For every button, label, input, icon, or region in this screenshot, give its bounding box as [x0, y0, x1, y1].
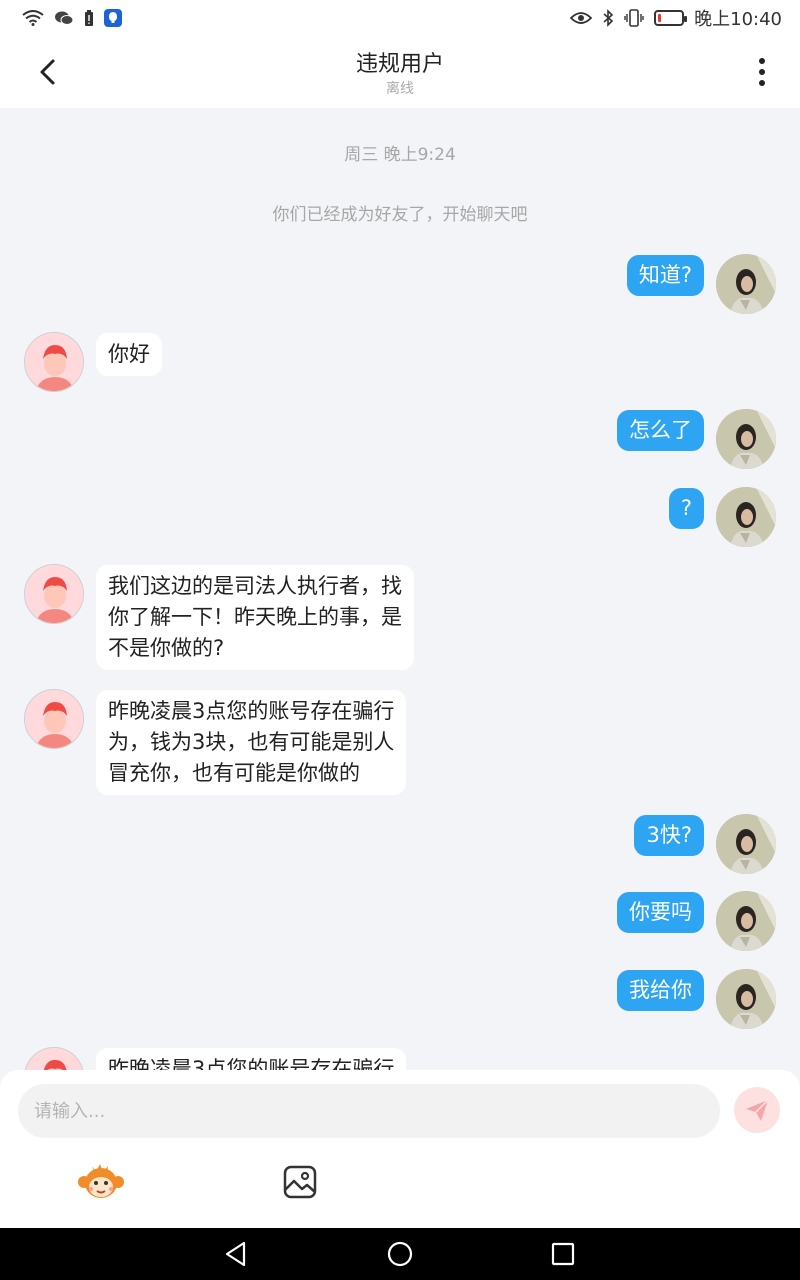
- system-notice: 你们已经成为好友了，开始聊天吧: [272, 205, 528, 225]
- my-avatar[interactable]: [716, 969, 776, 1029]
- my-message-bubble[interactable]: ?: [668, 488, 704, 529]
- nav-back-button[interactable]: [220, 1238, 252, 1270]
- nav-home-button[interactable]: [384, 1238, 416, 1270]
- wifi-icon: [22, 10, 44, 26]
- my-message-bubble[interactable]: 怎么了: [617, 410, 704, 451]
- online-status: 离线: [386, 81, 414, 97]
- security-app-icon: [104, 9, 122, 27]
- message-input[interactable]: [18, 1084, 720, 1138]
- circle-home-icon: [387, 1241, 413, 1267]
- nav-recents-button[interactable]: [547, 1238, 579, 1270]
- bluetooth-icon: [602, 9, 614, 27]
- image-icon: [283, 1165, 317, 1199]
- contact-avatar[interactable]: [24, 332, 84, 392]
- eye-icon: [570, 11, 593, 25]
- contact-message-bubble[interactable]: 昨晚凌晨3点您的账号存在骗行: [96, 1048, 407, 1070]
- status-time: 晚上10:40: [694, 9, 782, 30]
- message-line: 冒充你，也有可能是你做的: [108, 761, 360, 785]
- contact-avatar[interactable]: [24, 689, 84, 749]
- chat-timestamp: 周三 晚上9:24: [344, 145, 456, 165]
- message-line: 不是你做的?: [108, 636, 225, 660]
- message-line: 你了解一下！昨天晚上的事，是: [108, 605, 402, 629]
- contact-message-bubble[interactable]: 我们这边的是司法人执行者，找 你了解一下！昨天晚上的事，是 不是你做的?: [96, 565, 414, 670]
- message-line: 昨晚凌晨3点您的账号存在骗行: [108, 699, 395, 723]
- my-message-bubble[interactable]: 你要吗: [617, 892, 704, 933]
- more-options-button[interactable]: [742, 52, 782, 92]
- contact-avatar[interactable]: [24, 564, 84, 624]
- my-message-bubble[interactable]: 知道?: [626, 255, 704, 296]
- paper-plane-icon: [746, 1099, 769, 1121]
- page-title: 违规用户: [355, 52, 444, 77]
- monkey-emoji-icon: [78, 1164, 124, 1198]
- wechat-icon: [54, 10, 74, 26]
- status-right-icons: 晚上10:40: [570, 5, 782, 31]
- battery-icon: [654, 10, 688, 26]
- my-message-bubble[interactable]: 3快?: [634, 815, 704, 856]
- send-button[interactable]: [734, 1087, 780, 1133]
- vibrate-icon: [624, 9, 644, 27]
- system-navigation-bar: [0, 1228, 800, 1280]
- triangle-back-icon: [225, 1241, 246, 1267]
- my-message-bubble[interactable]: 我给你: [617, 970, 704, 1011]
- my-avatar[interactable]: [716, 254, 776, 314]
- my-avatar[interactable]: [716, 487, 776, 547]
- chat-header: 违规用户 离线: [0, 36, 800, 108]
- contact-avatar[interactable]: [24, 1047, 84, 1070]
- emoji-button[interactable]: [78, 1162, 124, 1202]
- composer-panel: [0, 1070, 800, 1228]
- image-picker-button[interactable]: [282, 1164, 318, 1200]
- message-line: 为，钱为3块，也有可能是别人: [108, 730, 395, 754]
- status-bar: 晚上10:40: [0, 0, 800, 36]
- status-left-icons: [22, 9, 122, 27]
- contact-message-bubble[interactable]: 你好: [96, 333, 162, 376]
- message-line: 昨晚凌晨3点您的账号存在骗行: [108, 1057, 395, 1070]
- contact-message-bubble[interactable]: 昨晚凌晨3点您的账号存在骗行 为，钱为3块，也有可能是别人 冒充你，也有可能是你…: [96, 690, 407, 795]
- my-avatar[interactable]: [716, 409, 776, 469]
- my-avatar[interactable]: [716, 814, 776, 874]
- square-recents-icon: [551, 1242, 575, 1266]
- more-vertical-icon: [759, 58, 765, 86]
- my-avatar[interactable]: [716, 891, 776, 951]
- message-line: 我们这边的是司法人执行者，找: [108, 574, 402, 598]
- battery-alert-icon: [84, 9, 94, 27]
- chat-area[interactable]: 周三 晚上9:24 你们已经成为好友了，开始聊天吧 知道? 你好 怎么了 ? 我…: [0, 108, 800, 1070]
